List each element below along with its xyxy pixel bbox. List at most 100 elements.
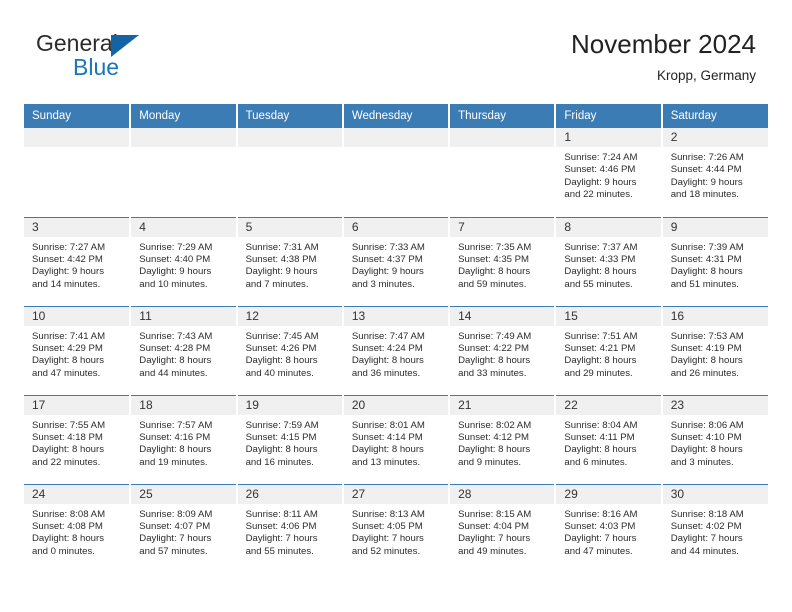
day-number: 7 [450, 217, 555, 237]
sunrise-time: Sunrise: 7:41 AM [32, 330, 106, 342]
day-sun-info: Sunrise: 7:35 AM Sunset: 4:35 PM Daylight:… [450, 237, 554, 292]
daylight-duration-line1: Daylight: 9 hours [245, 266, 318, 278]
daylight-duration-line2: and 14 minutes. [32, 278, 101, 290]
calendar-day-cell[interactable]: 6 Sunrise: 7:33 AM Sunset: 4:37 PM Daylight… [342, 216, 451, 306]
day-number: 2 [662, 128, 768, 147]
calendar-day-cell[interactable]: 15 Sunrise: 7:51 AM Sunset: 4:21 PM Dayligh… [555, 305, 663, 395]
day-number: 19 [237, 395, 342, 415]
calendar-day-cell[interactable]: 5 Sunrise: 7:31 AM Sunset: 4:38 PM Daylight… [236, 216, 344, 306]
day-cell-inner: 30 Sunrise: 8:18 AM Sunset: 4:02 PM Dayligh… [662, 484, 768, 574]
daylight-duration-line2: and 3 minutes. [670, 456, 734, 468]
sunrise-time: Sunrise: 8:11 AM [245, 508, 318, 520]
calendar-day-cell[interactable]: 17 Sunrise: 7:55 AM Sunset: 4:18 PM Dayligh… [24, 394, 132, 484]
sunrise-time: Sunrise: 8:18 AM [670, 508, 744, 520]
sunrise-time: Sunrise: 7:57 AM [139, 419, 213, 431]
sunset-time: Sunset: 4:29 PM [32, 342, 103, 354]
calendar-day-cell[interactable]: 8 Sunrise: 7:37 AM Sunset: 4:33 PM Daylight… [555, 216, 663, 306]
daylight-duration-line1: Daylight: 8 hours [245, 355, 318, 367]
sunrise-time: Sunrise: 8:04 AM [564, 419, 638, 431]
day-sun-info: Sunrise: 7:29 AM Sunset: 4:40 PM Daylight:… [131, 237, 235, 292]
day-sun-info: Sunrise: 7:47 AM Sunset: 4:24 PM Daylight:… [344, 326, 448, 381]
sunset-time: Sunset: 4:06 PM [245, 520, 317, 532]
day-number: 22 [556, 395, 661, 415]
day-sun-info: Sunrise: 7:39 AM Sunset: 4:31 PM Daylight:… [663, 237, 768, 292]
calendar-empty-cell [130, 128, 238, 217]
calendar-day-cell[interactable]: 27 Sunrise: 8:13 AM Sunset: 4:05 PM Dayligh… [342, 483, 451, 573]
daylight-duration-line2: and 7 minutes. [245, 278, 309, 290]
calendar-day-cell[interactable]: 4 Sunrise: 7:29 AM Sunset: 4:40 PM Daylight… [130, 216, 238, 306]
daylight-duration-line2: and 13 minutes. [351, 456, 421, 468]
daylight-duration-line2: and 22 minutes. [564, 189, 633, 201]
sunset-time: Sunset: 4:19 PM [670, 342, 742, 354]
day-cell-inner: 24 Sunrise: 8:08 AM Sunset: 4:08 PM Dayligh… [24, 484, 130, 574]
calendar-day-cell[interactable]: 30 Sunrise: 8:18 AM Sunset: 4:02 PM Dayligh… [661, 483, 768, 574]
day-cell-inner: 22 Sunrise: 8:04 AM Sunset: 4:11 PM Dayligh… [556, 395, 661, 484]
daylight-duration-line1: Daylight: 9 hours [139, 266, 212, 278]
day-sun-info: Sunrise: 7:53 AM Sunset: 4:19 PM Daylight:… [663, 326, 768, 381]
day-sun-info: Sunrise: 8:13 AM Sunset: 4:05 PM Daylight:… [344, 504, 448, 559]
calendar-day-cell[interactable]: 13 Sunrise: 7:47 AM Sunset: 4:24 PM Dayligh… [342, 305, 451, 395]
calendar-empty-cell [24, 128, 132, 217]
day-number: 26 [237, 484, 342, 504]
calendar-day-cell[interactable]: 7 Sunrise: 7:35 AM Sunset: 4:35 PM Daylight… [449, 216, 557, 306]
day-sun-info: Sunrise: 7:49 AM Sunset: 4:22 PM Daylight:… [450, 326, 554, 381]
calendar-day-cell[interactable]: 19 Sunrise: 7:59 AM Sunset: 4:15 PM Dayligh… [236, 394, 344, 484]
daylight-duration-line2: and 22 minutes. [32, 456, 101, 468]
calendar-day-cell[interactable]: 23 Sunrise: 8:06 AM Sunset: 4:10 PM Dayligh… [661, 394, 768, 484]
calendar-day-cell[interactable]: 22 Sunrise: 8:04 AM Sunset: 4:11 PM Dayligh… [555, 394, 663, 484]
day-cell-inner: 7 Sunrise: 7:35 AM Sunset: 4:35 PM Daylight… [450, 217, 555, 306]
day-cell-inner [450, 128, 555, 217]
daylight-duration-line2: and 40 minutes. [245, 367, 314, 379]
daylight-duration-line1: Daylight: 9 hours [564, 176, 637, 188]
calendar-day-cell[interactable]: 24 Sunrise: 8:08 AM Sunset: 4:08 PM Dayligh… [24, 483, 132, 574]
calendar-day-cell[interactable]: 29 Sunrise: 8:16 AM Sunset: 4:03 PM Dayligh… [555, 483, 663, 573]
day-number: 3 [24, 217, 130, 237]
calendar-day-cell[interactable]: 21 Sunrise: 8:02 AM Sunset: 4:12 PM Dayligh… [449, 394, 557, 484]
calendar-day-cell[interactable]: 11 Sunrise: 7:43 AM Sunset: 4:28 PM Dayligh… [130, 305, 238, 395]
calendar-day-cell[interactable]: 16 Sunrise: 7:53 AM Sunset: 4:19 PM Dayligh… [661, 305, 768, 395]
sunset-time: Sunset: 4:15 PM [245, 431, 317, 443]
calendar-day-cell[interactable]: 2 Sunrise: 7:26 AM Sunset: 4:44 PM Daylight… [661, 128, 768, 217]
daylight-duration-line2: and 16 minutes. [245, 456, 314, 468]
sunrise-time: Sunrise: 7:27 AM [32, 241, 106, 253]
page-title: November 2024 [571, 29, 756, 59]
calendar-day-cell[interactable]: 14 Sunrise: 7:49 AM Sunset: 4:22 PM Dayligh… [449, 305, 557, 395]
daylight-duration-line2: and 36 minutes. [351, 367, 421, 379]
calendar-day-cell[interactable]: 3 Sunrise: 7:27 AM Sunset: 4:42 PM Daylight… [24, 216, 132, 306]
day-cell-inner: 6 Sunrise: 7:33 AM Sunset: 4:37 PM Daylight… [343, 217, 449, 306]
day-cell-inner [24, 128, 130, 217]
sunset-time: Sunset: 4:14 PM [351, 431, 423, 443]
day-number: 14 [450, 306, 555, 326]
day-number: 15 [556, 306, 661, 326]
day-number: 23 [662, 395, 768, 415]
calendar-day-cell[interactable]: 18 Sunrise: 7:57 AM Sunset: 4:16 PM Dayligh… [130, 394, 238, 484]
day-cell-inner: 21 Sunrise: 8:02 AM Sunset: 4:12 PM Dayligh… [450, 395, 555, 484]
calendar-day-cell[interactable]: 1 Sunrise: 7:24 AM Sunset: 4:46 PM Daylight… [555, 128, 663, 217]
daylight-duration-line2: and 44 minutes. [670, 545, 739, 557]
calendar-empty-cell [236, 128, 344, 217]
day-cell-inner: 26 Sunrise: 8:11 AM Sunset: 4:06 PM Dayligh… [237, 484, 342, 574]
calendar-day-cell[interactable]: 25 Sunrise: 8:09 AM Sunset: 4:07 PM Dayligh… [130, 483, 238, 573]
day-sun-info: Sunrise: 8:06 AM Sunset: 4:10 PM Daylight:… [663, 415, 768, 470]
day-number: 17 [24, 395, 130, 415]
daylight-duration-line2: and 10 minutes. [139, 278, 208, 290]
day-number: 12 [237, 306, 342, 326]
weekday-header-saturday: Saturday [661, 104, 768, 128]
day-number: 9 [662, 217, 768, 237]
day-cell-inner: 13 Sunrise: 7:47 AM Sunset: 4:24 PM Dayligh… [343, 306, 449, 395]
calendar-day-cell[interactable]: 9 Sunrise: 7:39 AM Sunset: 4:31 PM Daylight… [661, 216, 768, 306]
daylight-duration-line1: Daylight: 8 hours [139, 355, 212, 367]
general-blue-logo[interactable]: General Blue [36, 30, 216, 86]
sunrise-time: Sunrise: 7:37 AM [564, 241, 638, 253]
calendar-day-cell[interactable]: 28 Sunrise: 8:15 AM Sunset: 4:04 PM Dayligh… [449, 483, 557, 573]
daylight-duration-line1: Daylight: 8 hours [458, 355, 531, 367]
calendar-day-cell[interactable]: 10 Sunrise: 7:41 AM Sunset: 4:29 PM Dayligh… [24, 305, 132, 395]
calendar-day-cell[interactable]: 12 Sunrise: 7:45 AM Sunset: 4:26 PM Dayligh… [236, 305, 344, 395]
calendar-day-cell[interactable]: 20 Sunrise: 8:01 AM Sunset: 4:14 PM Dayligh… [342, 394, 451, 484]
day-number: 4 [131, 217, 236, 237]
calendar-day-cell[interactable]: 26 Sunrise: 8:11 AM Sunset: 4:06 PM Dayligh… [236, 483, 344, 574]
daylight-duration-line1: Daylight: 8 hours [32, 444, 104, 456]
calendar-week-row: 17 Sunrise: 7:55 AM Sunset: 4:18 PM Dayligh… [24, 394, 768, 484]
sunset-time: Sunset: 4:12 PM [458, 431, 530, 443]
daylight-duration-line1: Daylight: 8 hours [139, 444, 212, 456]
